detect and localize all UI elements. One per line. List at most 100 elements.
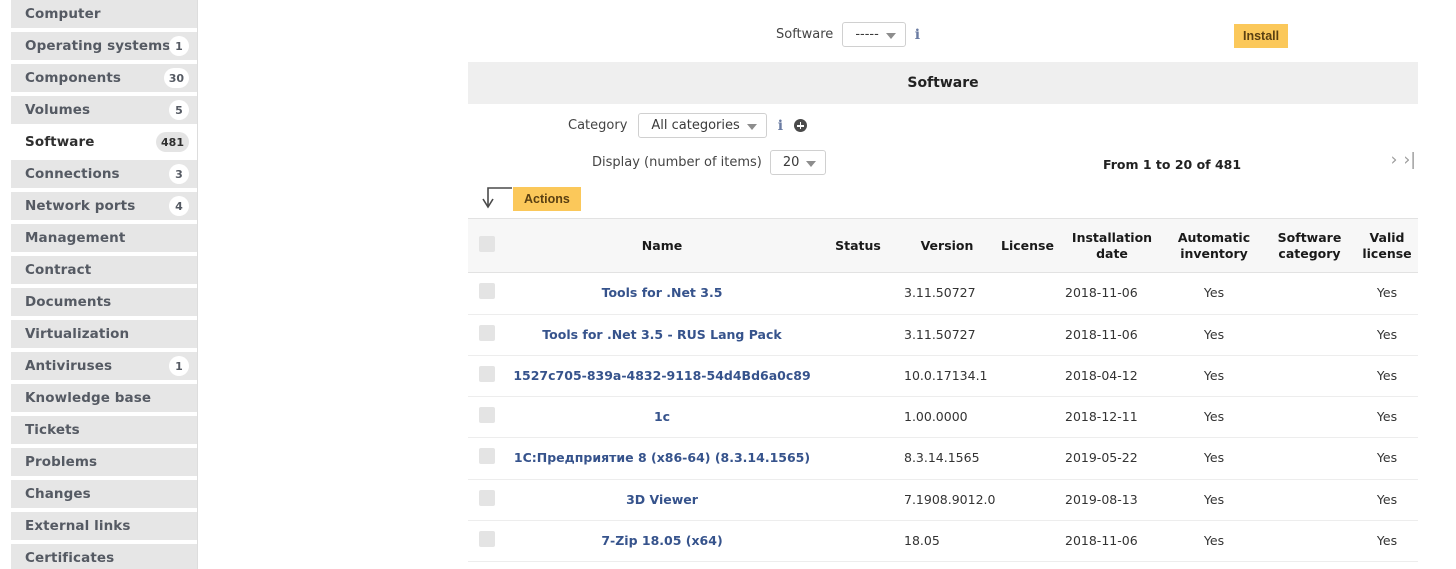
row-checkbox[interactable]: [479, 407, 495, 423]
software-name-link[interactable]: Tools for .Net 3.5: [602, 285, 723, 300]
software-filter-label: Software: [776, 27, 834, 42]
table-row[interactable]: 1C:Предприятие 8 (x86-64) (8.3.14.1565) 8…: [468, 437, 1418, 480]
sidebar-item-label: Management: [25, 230, 126, 246]
sidebar-item-operating-systems[interactable]: Operating systems 1: [11, 32, 197, 60]
sidebar-item-management[interactable]: Management: [11, 224, 197, 252]
column-header-installation-date[interactable]: Installation date: [1059, 217, 1165, 274]
display-count-value: 20: [782, 155, 800, 170]
sidebar-item-label: Documents: [25, 294, 112, 310]
table-row[interactable]: Tools for .Net 3.5 3.11.50727 2018-11-06 Ye…: [468, 272, 1418, 315]
sidebar: Computer Operating systems 1 Components 30 Vo…: [0, 0, 198, 569]
row-select-cell: [468, 479, 506, 521]
software-name-link[interactable]: Tools for .Net 3.5 - RUS Lang Pack: [542, 327, 781, 342]
cell-license: [996, 479, 1059, 521]
category-label: Category: [568, 118, 628, 133]
row-checkbox[interactable]: [479, 530, 495, 547]
column-header-valid-license[interactable]: Valid license: [1356, 217, 1418, 274]
info-icon[interactable]: i: [778, 119, 783, 133]
column-header-status[interactable]: Status: [818, 217, 898, 274]
software-name-link[interactable]: 1527c705-839a-4832-9118-54d4Bd6a0c89: [513, 368, 810, 383]
sidebar-item-label: Volumes: [25, 102, 91, 118]
row-checkbox[interactable]: [479, 489, 495, 506]
cell-installation-date: 2019-08-13: [1059, 479, 1165, 521]
cell-name: Active Directory Authentication Library …: [506, 561, 818, 569]
software-name-link[interactable]: 1c: [654, 409, 670, 424]
sidebar-item-label: Tickets: [25, 422, 80, 438]
sidebar-item-certificates[interactable]: Certificates: [11, 544, 197, 569]
row-checkbox[interactable]: [479, 324, 495, 341]
column-header-automatic-inventory[interactable]: Automatic inventory: [1165, 217, 1263, 274]
install-button[interactable]: Install: [1234, 24, 1289, 48]
display-count-select[interactable]: 20: [769, 150, 827, 175]
sidebar-item-problems[interactable]: Problems: [11, 448, 197, 476]
column-header-version[interactable]: Version: [898, 217, 996, 274]
cell-license: [996, 314, 1059, 356]
sidebar-item-badge: 481: [156, 132, 189, 152]
row-checkbox[interactable]: [479, 283, 495, 300]
sidebar-item-connections[interactable]: Connections 3: [11, 160, 197, 188]
add-circle-icon[interactable]: [794, 119, 808, 132]
next-page-icon[interactable]: ›: [1391, 152, 1398, 169]
sidebar-item-computer[interactable]: Computer: [11, 0, 197, 28]
column-header-license[interactable]: License: [996, 217, 1059, 274]
cell-name: Tools for .Net 3.5 - RUS Lang Pack: [506, 314, 818, 356]
cell-name: 3D Viewer: [506, 479, 818, 521]
column-header-name[interactable]: Name: [506, 217, 818, 274]
cell-status: [818, 355, 898, 398]
sidebar-item-tickets[interactable]: Tickets: [11, 416, 197, 444]
row-checkbox[interactable]: [479, 365, 495, 382]
software-name-link[interactable]: 1C:Предприятие 8 (x86-64) (8.3.14.1565): [514, 450, 810, 465]
table-row[interactable]: 7-Zip 18.05 (x64) 18.05 2018-11-06 Yes Yes: [468, 520, 1418, 563]
column-header-software-category[interactable]: Software category: [1263, 217, 1356, 274]
cell-software-category: [1263, 314, 1356, 356]
row-checkbox[interactable]: [479, 448, 495, 465]
sidebar-item-documents[interactable]: Documents: [11, 288, 197, 316]
table-row[interactable]: 1527c705-839a-4832-9118-54d4Bd6a0c89 10.0…: [468, 355, 1418, 398]
chevron-down-icon: [746, 123, 757, 130]
table-row[interactable]: 3D Viewer 7.1908.9012.0 2019-08-13 Yes Yes: [468, 479, 1418, 521]
table-row[interactable]: 1c 1.00.0000 2018-12-11 Yes Yes: [468, 396, 1418, 439]
last-page-icon[interactable]: ›|: [1403, 152, 1416, 169]
sidebar-item-volumes[interactable]: Volumes 5: [11, 96, 197, 124]
sidebar-item-components[interactable]: Components 30: [11, 64, 197, 92]
corner-arrow-down-icon[interactable]: [474, 184, 516, 212]
sidebar-item-virtualization[interactable]: Virtualization: [11, 320, 197, 348]
info-icon[interactable]: i: [915, 28, 920, 42]
software-name-link[interactable]: 3D Viewer: [626, 492, 698, 507]
category-select[interactable]: All categories: [638, 113, 767, 138]
software-panel: Software Category All categories i Displ…: [468, 62, 1418, 569]
cell-status: [818, 479, 898, 521]
cell-version: 1.00.0000: [898, 396, 996, 439]
sidebar-item-changes[interactable]: Changes: [11, 480, 197, 508]
sidebar-item-badge: 1: [169, 356, 189, 376]
software-select[interactable]: -----: [842, 22, 906, 47]
row-select-cell: [468, 396, 506, 439]
table-row[interactable]: Tools for .Net 3.5 - RUS Lang Pack 3.11.5…: [468, 314, 1418, 356]
cell-valid-license: Yes: [1356, 355, 1418, 398]
actions-button[interactable]: Actions: [513, 187, 581, 211]
cell-version: 10.0.17134.1: [898, 355, 996, 398]
table-row[interactable]: Active Directory Authentication Library …: [468, 561, 1418, 569]
table-header-row: Name Status Version License Installation…: [468, 217, 1418, 274]
software-table: Name Status Version License Installation…: [468, 217, 1418, 569]
sidebar-item-antiviruses[interactable]: Antiviruses 1: [11, 352, 197, 380]
row-select-cell: [468, 355, 506, 398]
cell-name: 1527c705-839a-4832-9118-54d4Bd6a0c89: [506, 355, 818, 398]
sidebar-item-network-ports[interactable]: Network ports 4: [11, 192, 197, 220]
display-count-label: Display (number of items): [592, 155, 762, 170]
cell-automatic-inventory: Yes: [1165, 355, 1263, 398]
cell-name: Tools for .Net 3.5: [506, 272, 818, 315]
select-all-checkbox[interactable]: [479, 235, 495, 252]
actions-row: Actions: [468, 184, 1418, 218]
sidebar-item-knowledge-base[interactable]: Knowledge base: [11, 384, 197, 412]
cell-software-category: [1263, 355, 1356, 398]
cell-status: [818, 314, 898, 356]
sidebar-item-software[interactable]: Software 481: [11, 128, 197, 156]
software-name-link[interactable]: 7-Zip 18.05 (x64): [601, 533, 722, 548]
cell-automatic-inventory: Yes: [1165, 272, 1263, 315]
sidebar-item-contract[interactable]: Contract: [11, 256, 197, 284]
cell-automatic-inventory: Yes: [1165, 520, 1263, 563]
sidebar-item-external-links[interactable]: External links: [11, 512, 197, 540]
cell-software-category: [1263, 437, 1356, 480]
pagination-controls: › ›|: [1391, 152, 1416, 169]
